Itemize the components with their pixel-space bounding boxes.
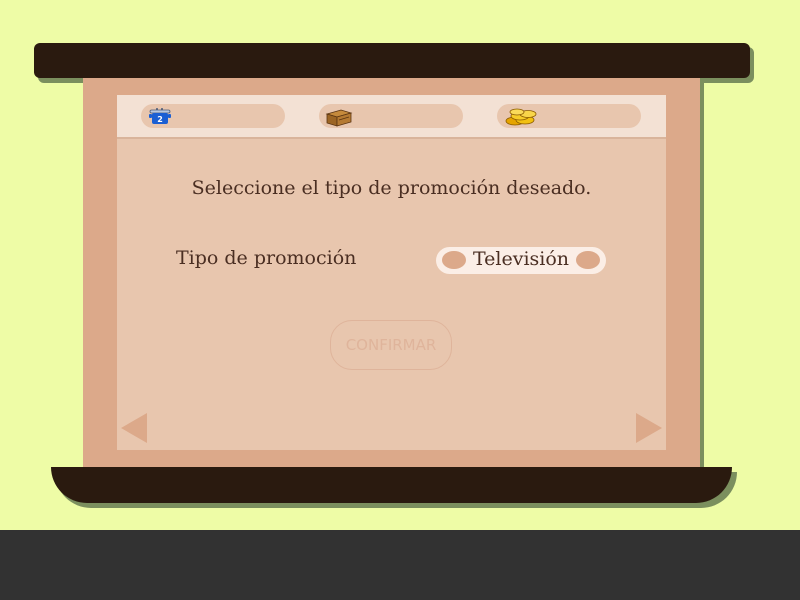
confirm-button[interactable]: CONFIRMAR	[330, 320, 452, 370]
previous-page-icon[interactable]	[121, 413, 147, 443]
promo-type-selector: Televisión	[436, 247, 606, 274]
promo-next-button[interactable]	[576, 251, 600, 269]
dialog-screen: 2 Seleccione el tipo de promoción desead…	[117, 95, 666, 450]
bottom-frame-bar	[51, 467, 732, 503]
pot-icon: 2	[149, 108, 171, 124]
crate-icon	[325, 109, 353, 127]
promo-type-label: Tipo de promoción	[176, 247, 357, 269]
status-item-crate	[319, 104, 463, 128]
top-frame-bar	[34, 43, 750, 78]
next-page-icon[interactable]	[636, 413, 662, 443]
instruction-text: Seleccione el tipo de promoción deseado.	[191, 177, 592, 199]
status-item-coins	[497, 104, 641, 128]
status-bar: 2	[117, 95, 666, 139]
status-item-pot: 2	[141, 104, 285, 128]
pot-badge: 2	[157, 115, 163, 124]
coins-icon	[505, 108, 537, 126]
